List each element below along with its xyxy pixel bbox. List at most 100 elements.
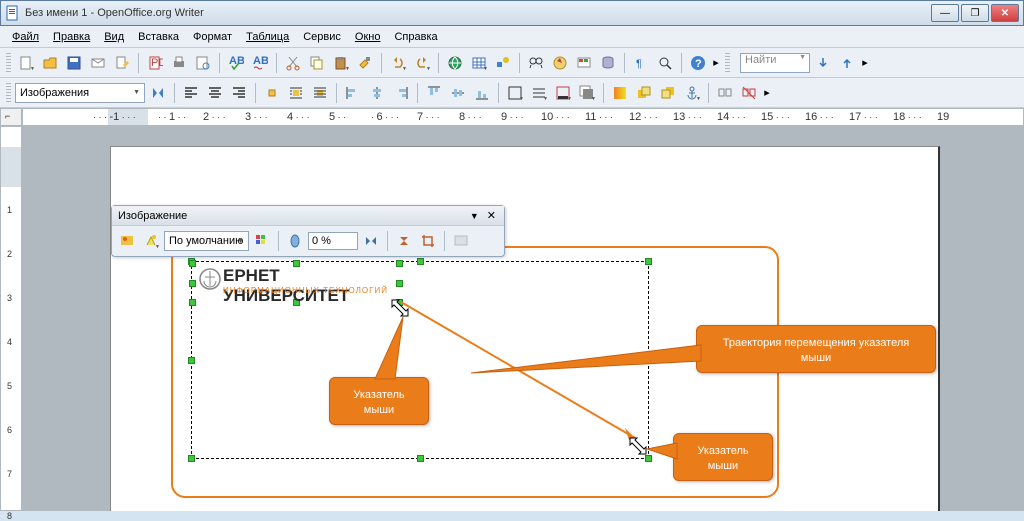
- resize-handle[interactable]: [189, 280, 196, 287]
- v-align-middle-button[interactable]: [447, 82, 469, 104]
- shadow-button[interactable]: [576, 82, 598, 104]
- resize-handle[interactable]: [417, 258, 424, 265]
- document-view[interactable]: ЕРНЕТ УНИВЕРСИТЕТ ИНФОРМАЦИОННЫХ ТЕХНОЛО…: [22, 126, 1024, 511]
- copy-button[interactable]: [306, 52, 328, 74]
- vertical-ruler[interactable]: 1 2 3 4 5 6 7 8: [0, 126, 22, 511]
- h-align-right-button[interactable]: [390, 82, 412, 104]
- h-align-center-button[interactable]: [366, 82, 388, 104]
- align-right-icon[interactable]: [228, 82, 250, 104]
- resize-handle[interactable]: [189, 260, 196, 267]
- resize-handle[interactable]: [417, 455, 424, 462]
- style-combo[interactable]: Изображения: [15, 83, 145, 103]
- open-button[interactable]: [39, 52, 61, 74]
- gallery-button[interactable]: [573, 52, 595, 74]
- align-left-icon[interactable]: [180, 82, 202, 104]
- app-icon: [5, 5, 21, 21]
- find-prev-button[interactable]: [836, 52, 858, 74]
- pin-icon[interactable]: ▼: [470, 211, 479, 221]
- flip-h-button[interactable]: [147, 82, 169, 104]
- callout-arrow: [647, 443, 677, 463]
- border-color-button[interactable]: [552, 82, 574, 104]
- toolbar-overflow-icon[interactable]: ▸: [711, 52, 721, 74]
- export-pdf-button[interactable]: PDF: [144, 52, 166, 74]
- menu-view[interactable]: Вид: [98, 29, 130, 45]
- menu-table[interactable]: Таблица: [240, 29, 295, 45]
- resize-handle[interactable]: [188, 455, 195, 462]
- image-toolbar-titlebar[interactable]: Изображение ▼ ✕: [112, 206, 504, 226]
- flip-v-icon[interactable]: [393, 230, 415, 252]
- image-toolbar[interactable]: Изображение ▼ ✕ По умолчанию 0 %: [111, 205, 505, 257]
- v-align-top-button[interactable]: [423, 82, 445, 104]
- toolbar-grip[interactable]: [6, 53, 11, 73]
- undo-button[interactable]: [387, 52, 409, 74]
- toolbar-grip[interactable]: [6, 83, 11, 103]
- paste-button[interactable]: [330, 52, 352, 74]
- logo-image[interactable]: ЕРНЕТ УНИВЕРСИТЕТ ИНФОРМАЦИОННЫХ ТЕХНОЛО…: [193, 264, 399, 302]
- table-button[interactable]: [468, 52, 490, 74]
- link-frame-button[interactable]: [738, 82, 760, 104]
- graphics-mode-button[interactable]: [140, 230, 162, 252]
- minimize-button[interactable]: —: [931, 4, 959, 22]
- bring-front-button[interactable]: [633, 82, 655, 104]
- resize-handle[interactable]: [188, 357, 195, 364]
- filter-combo[interactable]: По умолчанию: [164, 231, 249, 251]
- color-button[interactable]: [251, 230, 273, 252]
- draw-button[interactable]: [492, 52, 514, 74]
- find-button[interactable]: [525, 52, 547, 74]
- resize-handle[interactable]: [645, 258, 652, 265]
- border-style-button[interactable]: [528, 82, 550, 104]
- menu-format[interactable]: Формат: [187, 29, 238, 45]
- nonprinting-button[interactable]: ¶: [630, 52, 652, 74]
- print-button[interactable]: [168, 52, 190, 74]
- menu-tools[interactable]: Сервис: [297, 29, 347, 45]
- save-button[interactable]: [63, 52, 85, 74]
- hyperlink-button[interactable]: [444, 52, 466, 74]
- horizontal-ruler[interactable]: · · · -1 · · · · · 1 · · 2 · · · 3 · · ·…: [22, 108, 1024, 126]
- new-button[interactable]: [15, 52, 37, 74]
- flip-h-icon[interactable]: [360, 230, 382, 252]
- spellcheck-button[interactable]: ABC: [225, 52, 247, 74]
- navigator-button[interactable]: [549, 52, 571, 74]
- gradient-button[interactable]: [609, 82, 631, 104]
- toolbar-overflow-icon[interactable]: ▸: [860, 52, 870, 74]
- find-input[interactable]: Найти▼: [740, 53, 810, 73]
- wrap-page-button[interactable]: [285, 82, 307, 104]
- toolbar-grip[interactable]: [725, 53, 730, 73]
- close-icon[interactable]: ✕: [485, 209, 498, 222]
- redo-button[interactable]: [411, 52, 433, 74]
- anchor-button[interactable]: [681, 82, 703, 104]
- menu-help[interactable]: Справка: [388, 29, 443, 45]
- close-button[interactable]: ✕: [991, 4, 1019, 22]
- transparency-spinbox[interactable]: 0 %: [308, 232, 358, 250]
- find-next-button[interactable]: [812, 52, 834, 74]
- maximize-button[interactable]: ❐: [961, 4, 989, 22]
- wrap-off-button[interactable]: [261, 82, 283, 104]
- h-align-left-button[interactable]: [342, 82, 364, 104]
- toolbar-overflow-icon[interactable]: ▸: [762, 82, 772, 104]
- menu-window[interactable]: Окно: [349, 29, 387, 45]
- menu-file[interactable]: Файл: [6, 29, 45, 45]
- resize-handle[interactable]: [189, 299, 196, 306]
- v-align-bottom-button[interactable]: [471, 82, 493, 104]
- preview-button[interactable]: [192, 52, 214, 74]
- frame-props-button[interactable]: [450, 230, 472, 252]
- menu-insert[interactable]: Вставка: [132, 29, 185, 45]
- unlink-frame-button[interactable]: [714, 82, 736, 104]
- align-center-icon[interactable]: [204, 82, 226, 104]
- format-paintbrush-button[interactable]: [354, 52, 376, 74]
- filter-button[interactable]: [116, 230, 138, 252]
- border-button[interactable]: [504, 82, 526, 104]
- crop-icon[interactable]: [417, 230, 439, 252]
- edit-doc-button[interactable]: [111, 52, 133, 74]
- transparency-icon[interactable]: [284, 230, 306, 252]
- help-button[interactable]: ?: [687, 52, 709, 74]
- datasources-button[interactable]: [597, 52, 619, 74]
- cut-button[interactable]: [282, 52, 304, 74]
- page: ЕРНЕТ УНИВЕРСИТЕТ ИНФОРМАЦИОННЫХ ТЕХНОЛО…: [110, 146, 940, 511]
- wrap-through-button[interactable]: [309, 82, 331, 104]
- send-back-button[interactable]: [657, 82, 679, 104]
- menu-edit[interactable]: Правка: [47, 29, 96, 45]
- zoom-button[interactable]: [654, 52, 676, 74]
- email-button[interactable]: [87, 52, 109, 74]
- autospellcheck-button[interactable]: ABC: [249, 52, 271, 74]
